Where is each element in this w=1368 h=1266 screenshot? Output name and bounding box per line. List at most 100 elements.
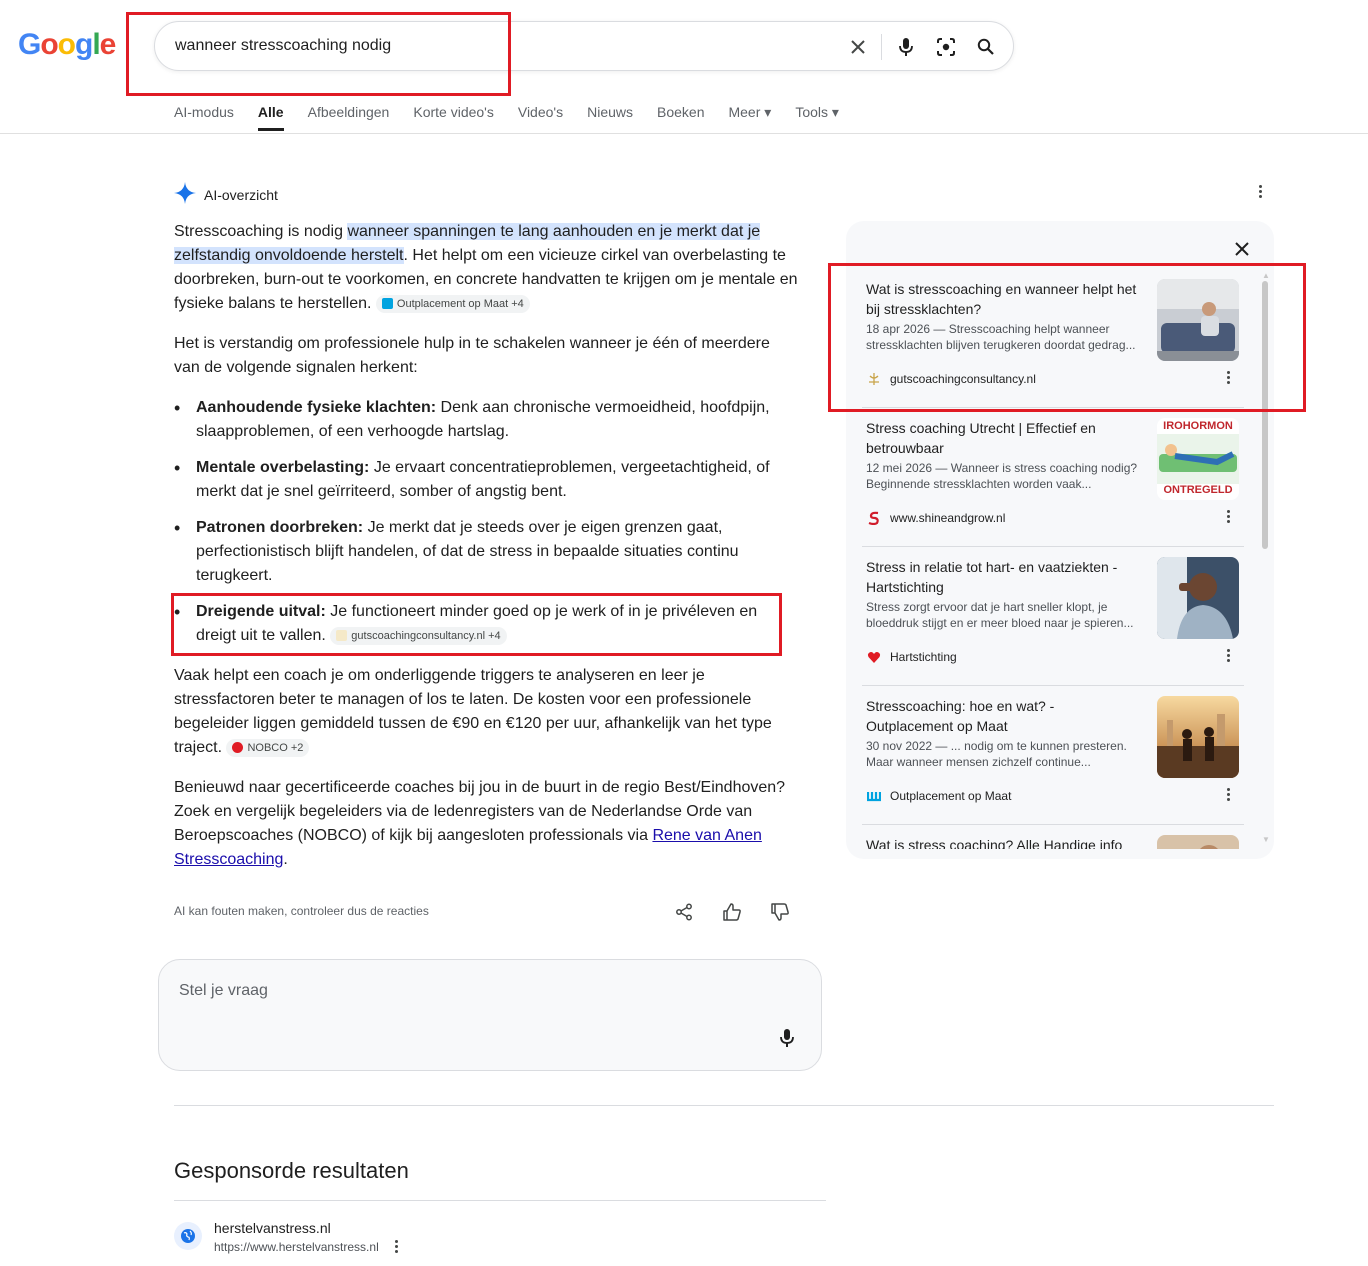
tab-meer[interactable]: Meer ▾ bbox=[728, 104, 771, 131]
source-chip-label: NOBCO +2 bbox=[247, 741, 304, 754]
close-icon[interactable] bbox=[1230, 237, 1254, 261]
google-logo[interactable]: Google bbox=[18, 28, 117, 62]
source-card-site-name: Outplacement op Maat bbox=[890, 789, 1012, 803]
logo-letter: G bbox=[18, 28, 41, 61]
signal-title: Aanhoudende fysieke klachten: bbox=[196, 399, 437, 416]
list-item: Aanhoudende fysieke klachten: Denk aan c… bbox=[174, 396, 794, 444]
more-options-icon[interactable] bbox=[1224, 371, 1232, 384]
list-item: Dreigende uitval: Je functioneert minder… bbox=[174, 600, 794, 648]
ai-overview-title: AI-overzicht bbox=[204, 186, 278, 203]
tab-alle[interactable]: Alle bbox=[257, 104, 284, 131]
globe-icon[interactable] bbox=[174, 1222, 202, 1250]
sponsored-heading: Gesponsorde resultaten bbox=[174, 1158, 409, 1183]
ai-paragraph-2: Het is verstandig om professionele hulp … bbox=[174, 335, 770, 376]
sponsored-divider bbox=[174, 1200, 826, 1201]
source-card-site-name: www.shineandgrow.nl bbox=[890, 511, 1006, 525]
source-card[interactable]: Wat is stress coaching? Alle Handige inf… bbox=[862, 825, 1244, 849]
tab-afbeeldingen[interactable]: Afbeeldingen bbox=[308, 104, 390, 131]
more-options-icon[interactable] bbox=[1224, 788, 1232, 801]
source-card-title[interactable]: Stresscoaching: hoe en wat? - Outplaceme… bbox=[866, 696, 1144, 736]
source-card-title[interactable]: Wat is stress coaching? Alle Handige inf… bbox=[866, 835, 1144, 849]
heart-icon bbox=[866, 649, 882, 665]
scrollbar[interactable] bbox=[1262, 281, 1268, 549]
logo-letter: o bbox=[57, 28, 76, 61]
lens-icon[interactable] bbox=[933, 34, 959, 60]
source-card-thumbnail[interactable] bbox=[1157, 279, 1239, 361]
logo-letter: e bbox=[99, 28, 117, 61]
thumbnail-text-bottom: ONTREGELD bbox=[1163, 484, 1233, 496]
scroll-down-icon[interactable]: ▼ bbox=[1262, 835, 1270, 844]
source-card-title[interactable]: Wat is stresscoaching en wanneer helpt h… bbox=[866, 279, 1144, 319]
source-chip-label: gutscoachingconsultancy.nl +4 bbox=[351, 629, 501, 642]
source-card-title[interactable]: Stress in relatie tot hart- en vaatziekt… bbox=[866, 557, 1144, 597]
sparkle-icon bbox=[174, 182, 196, 207]
more-options-icon[interactable] bbox=[1224, 649, 1232, 662]
source-card-site[interactable]: Outplacement op Maat bbox=[866, 788, 1011, 804]
logo-letter: l bbox=[92, 28, 100, 61]
ask-question-box[interactable]: Stel je vraag bbox=[158, 959, 822, 1071]
mic-icon[interactable] bbox=[779, 1028, 795, 1053]
guts-favicon-icon bbox=[866, 371, 882, 387]
search-box[interactable]: wanneer stresscoaching nodig bbox=[154, 21, 1014, 71]
source-card[interactable]: Stress coaching Utrecht | Effectief en b… bbox=[862, 408, 1244, 547]
more-options-icon[interactable] bbox=[392, 1240, 400, 1253]
thumbnail-text-top: IROHORMON bbox=[1163, 420, 1233, 432]
ask-input-placeholder[interactable]: Stel je vraag bbox=[179, 982, 268, 1000]
source-card-snippet: 30 nov 2022 — ... nodig om te kunnen pre… bbox=[866, 739, 1127, 769]
thumbs-up-icon[interactable] bbox=[721, 901, 743, 923]
share-icon[interactable] bbox=[673, 901, 695, 923]
source-card-site[interactable]: Hartstichting bbox=[866, 649, 957, 665]
source-chip-label: Outplacement op Maat +4 bbox=[396, 297, 524, 310]
source-card-site[interactable]: www.shineandgrow.nl bbox=[866, 510, 1005, 526]
search-icon[interactable] bbox=[973, 34, 999, 60]
source-chip[interactable]: Outplacement op Maat +4 bbox=[375, 294, 530, 313]
signal-list: Aanhoudende fysieke klachten: Denk aan c… bbox=[174, 396, 794, 660]
tab-tools[interactable]: Tools ▾ bbox=[795, 104, 839, 131]
source-card-site[interactable]: gutscoachingconsultancy.nl bbox=[866, 371, 1036, 387]
ad-url[interactable]: https://www.herstelvanstress.nl bbox=[214, 1240, 379, 1254]
source-card-site-name: gutscoachingconsultancy.nl bbox=[890, 372, 1036, 386]
ad-domain[interactable]: herstelvanstress.nl bbox=[214, 1220, 331, 1236]
source-card-snippet: Stress zorgt ervoor dat je hart sneller … bbox=[866, 600, 1134, 630]
outplacement-favicon-icon bbox=[866, 788, 882, 804]
ai-paragraph-1: Stresscoaching is nodig wanneer spanning… bbox=[174, 220, 798, 316]
source-card[interactable]: Stress in relatie tot hart- en vaatziekt… bbox=[862, 547, 1244, 686]
signal-title: Dreigende uitval: bbox=[196, 603, 326, 620]
signal-title: Patronen doorbreken: bbox=[196, 519, 364, 536]
tab-korte-videos[interactable]: Korte video's bbox=[413, 104, 494, 131]
outplacement-favicon-icon bbox=[381, 298, 393, 310]
thumbs-down-icon[interactable] bbox=[769, 901, 791, 923]
signal-title: Mentale overbelasting: bbox=[196, 459, 370, 476]
p1-pre: Stresscoaching is nodig bbox=[174, 223, 348, 240]
scroll-up-icon[interactable]: ▲ bbox=[1262, 271, 1270, 280]
source-card-thumbnail[interactable] bbox=[1157, 835, 1239, 849]
source-chip[interactable]: gutscoachingconsultancy.nl +4 bbox=[330, 626, 507, 645]
source-card[interactable]: Stresscoaching: hoe en wat? - Outplaceme… bbox=[862, 686, 1244, 825]
search-tabs: AI-modus Alle Afbeeldingen Korte video's… bbox=[174, 104, 863, 131]
more-options-icon[interactable] bbox=[1256, 185, 1264, 198]
source-card[interactable]: Wat is stresscoaching en wanneer helpt h… bbox=[862, 269, 1244, 408]
tab-boeken[interactable]: Boeken bbox=[657, 104, 704, 131]
source-card-thumbnail[interactable] bbox=[1157, 557, 1239, 639]
close-icon[interactable] bbox=[845, 34, 871, 60]
ai-overview-header: AI-overzicht bbox=[174, 182, 278, 207]
ai-disclaimer: AI kan fouten maken, controleer dus de r… bbox=[174, 904, 429, 918]
search-input[interactable]: wanneer stresscoaching nodig bbox=[175, 37, 391, 55]
source-chip[interactable]: NOBCO +2 bbox=[226, 738, 310, 757]
shineandgrow-favicon-icon bbox=[866, 510, 882, 526]
source-card-thumbnail[interactable]: IROHORMON ONTREGELD bbox=[1157, 418, 1239, 500]
more-options-icon[interactable] bbox=[1224, 510, 1232, 523]
p4-post: . bbox=[283, 851, 288, 868]
source-card-title[interactable]: Stress coaching Utrecht | Effectief en b… bbox=[866, 418, 1144, 458]
logo-letter: g bbox=[75, 28, 93, 61]
ai-paragraph-4: Benieuwd naar gecertificeerde coaches bi… bbox=[174, 776, 798, 872]
source-card-list: Wat is stresscoaching en wanneer helpt h… bbox=[862, 269, 1244, 849]
tab-videos[interactable]: Video's bbox=[518, 104, 563, 131]
source-card-thumbnail[interactable] bbox=[1157, 696, 1239, 778]
mic-icon[interactable] bbox=[893, 34, 919, 60]
tab-nieuws[interactable]: Nieuws bbox=[587, 104, 633, 131]
header-divider bbox=[0, 133, 1368, 134]
tab-ai-modus[interactable]: AI-modus bbox=[174, 104, 234, 131]
source-card-site-name: Hartstichting bbox=[890, 650, 957, 664]
search-divider bbox=[881, 34, 882, 60]
